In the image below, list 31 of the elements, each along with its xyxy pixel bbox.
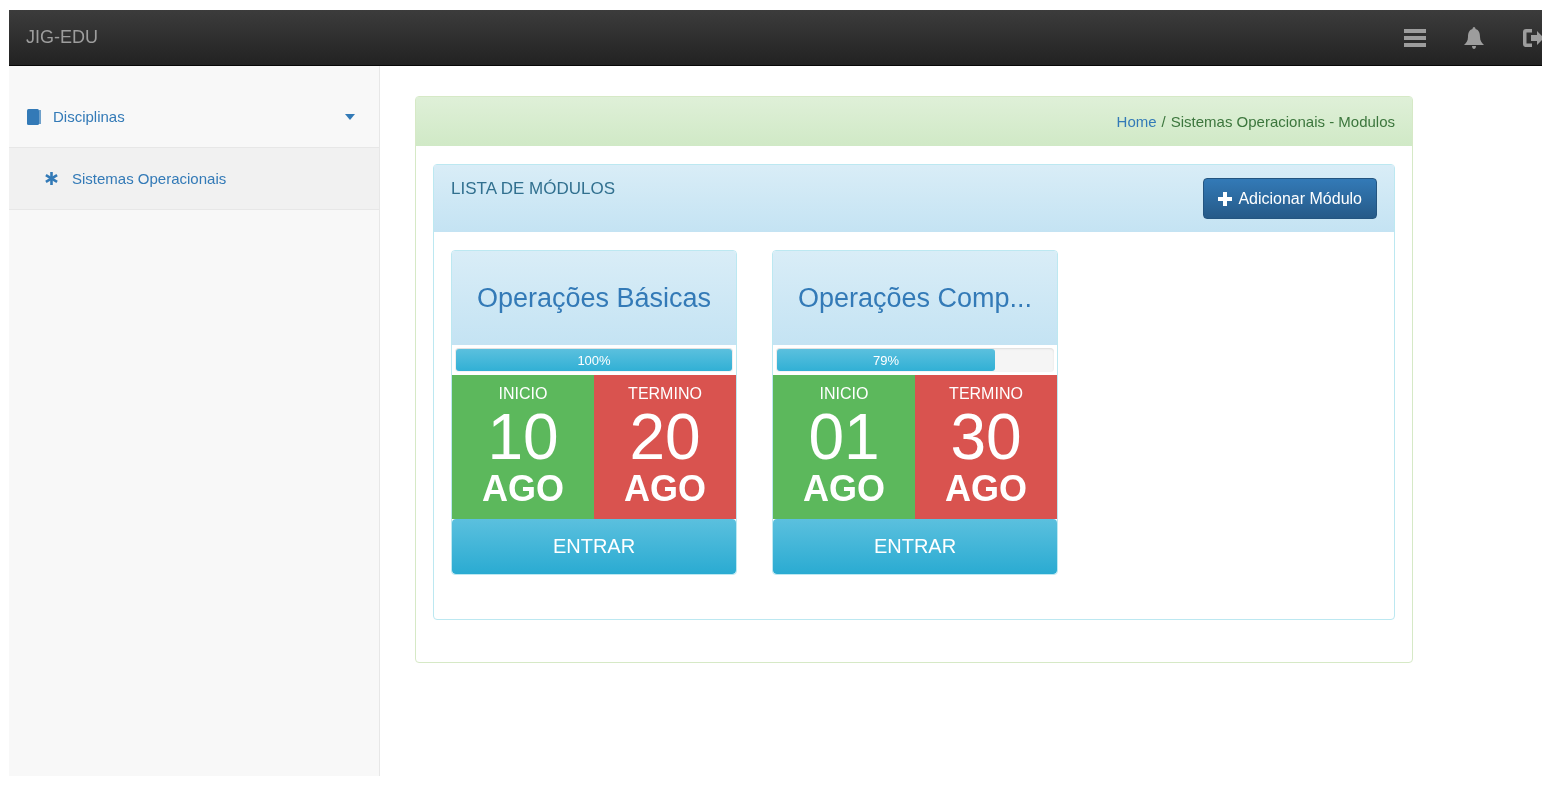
asterisk-icon	[45, 172, 58, 185]
module-title: Operações Comp...	[797, 282, 1033, 314]
date-day: 10	[487, 405, 559, 469]
book-icon	[27, 108, 41, 125]
date-month: AGO	[482, 469, 564, 509]
date-day: 20	[629, 405, 701, 469]
breadcrumb-separator: /	[1161, 113, 1166, 130]
brand-title[interactable]: JIG-EDU	[26, 27, 98, 48]
date-month: AGO	[624, 469, 706, 509]
date-day: 30	[950, 405, 1022, 469]
plus-icon	[1218, 191, 1233, 206]
date-month: AGO	[945, 469, 1027, 509]
date-month: AGO	[803, 469, 885, 509]
date-label: TERMINO	[628, 385, 702, 403]
breadcrumb-current: Sistemas Operacionais - Modulos	[1170, 113, 1395, 130]
enter-button[interactable]: ENTRAR	[452, 519, 736, 574]
date-label: INICIO	[819, 385, 869, 403]
sidebar-subitem[interactable]: Sistemas Operacionais	[9, 148, 379, 210]
progress-label: 100%	[577, 352, 611, 368]
date-label: INICIO	[498, 385, 548, 403]
menu-icon[interactable]	[1404, 27, 1426, 48]
module-title: Operações Básicas	[476, 282, 712, 314]
progress-label: 79%	[873, 352, 900, 368]
panel-title: LISTA DE MÓDULOS	[451, 179, 616, 199]
caret-icon	[345, 113, 355, 120]
enter-button[interactable]: ENTRAR	[773, 519, 1057, 574]
date-day: 01	[808, 405, 880, 469]
date-label: TERMINO	[949, 385, 1023, 403]
bell-icon[interactable]	[1463, 25, 1485, 50]
breadcrumb-link[interactable]: Home	[1116, 113, 1157, 130]
add-module-button[interactable]: Adicionar Módulo	[1203, 178, 1377, 219]
